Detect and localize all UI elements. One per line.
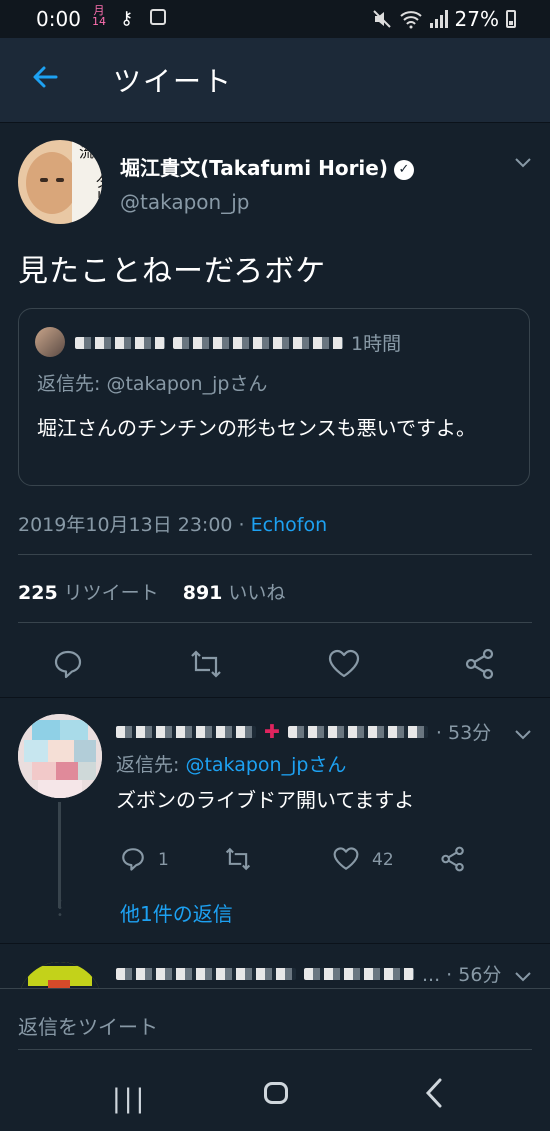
thread-dots: • • •: [57, 896, 63, 921]
quoted-handle-redacted: [173, 336, 343, 349]
key-icon: ⚷: [120, 8, 134, 29]
user-handle[interactable]: @takapon_jp: [120, 190, 249, 214]
share-icon[interactable]: [464, 648, 496, 680]
mute-icon: [372, 10, 391, 28]
chevron-down-icon[interactable]: [514, 968, 532, 987]
page-title: ツイート: [113, 65, 234, 98]
battery-icon: [506, 10, 516, 28]
avatar-pixelated-icon: [18, 962, 102, 988]
reply-icon[interactable]: [120, 846, 146, 872]
source-link[interactable]: Echofon: [251, 514, 327, 536]
calendar-day: 14: [92, 15, 106, 28]
reply-time: ... · 56分: [422, 964, 502, 986]
app-notification-icon: [150, 9, 166, 25]
compose-placeholder[interactable]: 返信をツイート: [18, 1011, 158, 1040]
avatar[interactable]: [18, 714, 102, 798]
chevron-down-icon[interactable]: [514, 726, 532, 745]
reply-to-handle[interactable]: @takapon_jpさん: [185, 754, 346, 776]
reply-actions: 1 42: [116, 844, 516, 878]
tweet-stats: 225 リツイート 891 いいね: [18, 578, 285, 605]
red-cross-icon: ✚: [264, 720, 280, 743]
quoted-avatar: [35, 327, 65, 357]
verified-badge-icon: ✓: [394, 160, 414, 180]
quoted-time: 1時間: [351, 333, 402, 355]
battery-percent: 27%: [454, 7, 499, 31]
timestamp: 2019年10月13日 23:00: [18, 514, 233, 536]
reply-tweet[interactable]: ... · 56分: [0, 944, 550, 988]
reply-name-redacted: [116, 725, 256, 738]
reply-count: 1: [158, 850, 169, 870]
status-right: 27%: [372, 7, 516, 31]
reply-header: ... · 56分: [116, 960, 501, 987]
display-name[interactable]: 堀江貴文(Takafumi Horie) ✓: [120, 152, 414, 181]
compose-underline: [18, 1049, 532, 1050]
avatar[interactable]: [18, 962, 102, 988]
status-bar: 0:00 月 14 ⚷ 27%: [0, 0, 550, 38]
chevron-down-icon[interactable]: [514, 154, 532, 173]
system-back-icon[interactable]: [422, 1076, 446, 1118]
quoted-text: 堀江さんのチンチンの形もセンスも悪いですよ。: [37, 416, 476, 440]
home-icon[interactable]: [264, 1082, 288, 1104]
reply-tweet[interactable]: • • • ✚ · 53分 返信先: @takapon_jpさん ズボンのライブドア…: [0, 698, 550, 944]
status-time: 0:00: [36, 7, 81, 31]
avatar[interactable]: ハッタリの流: [18, 140, 102, 224]
reply-text: ズボンのライブドア開いてますよ: [116, 788, 415, 812]
reply-handle-redacted: [287, 725, 428, 738]
tweet-text: 見たことねーだろボケ: [18, 254, 327, 289]
reply-header: ✚ · 53分: [116, 718, 491, 745]
like-heart-icon[interactable]: [327, 648, 361, 680]
quoted-reply-to: 返信先: @takapon_jpさん: [37, 373, 268, 395]
reply-time: · 53分: [435, 722, 492, 744]
like-heart-icon[interactable]: [332, 846, 360, 872]
quoted-header: 1時間: [75, 329, 401, 356]
avatar-pixelated-icon: [18, 714, 102, 798]
recent-apps-icon[interactable]: |||: [112, 1084, 147, 1114]
app-bar: ツイート: [0, 38, 550, 123]
like-count: 42: [372, 850, 394, 870]
calendar-icon: 月 14: [92, 5, 106, 27]
meta-separator: ·: [232, 514, 251, 536]
tweet-actions: [0, 642, 550, 686]
retweet-icon[interactable]: [189, 648, 223, 680]
divider: [18, 554, 532, 555]
tweet-meta: 2019年10月13日 23:00 · Echofon: [18, 510, 327, 537]
like-stat[interactable]: 891 いいね: [183, 582, 286, 604]
avatar-book-text: ハッタリの流: [77, 144, 102, 219]
reply-to: 返信先: @takapon_jpさん: [116, 754, 347, 776]
back-arrow-icon[interactable]: [28, 60, 62, 94]
reply-compose-bar[interactable]: 返信をツイート: [0, 988, 550, 1059]
retweet-icon[interactable]: [224, 846, 252, 872]
retweet-stat[interactable]: 225 リツイート: [18, 582, 159, 604]
signal-icon: [429, 10, 448, 28]
thread-line: [58, 802, 61, 908]
reply-icon[interactable]: [52, 648, 84, 680]
share-icon[interactable]: [440, 846, 466, 872]
quoted-name-redacted: [75, 336, 165, 349]
reply-handle-redacted: [304, 967, 414, 980]
quoted-tweet[interactable]: 1時間 返信先: @takapon_jpさん 堀江さんのチンチンの形もセンスも悪…: [18, 308, 530, 486]
divider: [18, 622, 532, 623]
wifi-icon: [399, 11, 422, 29]
system-nav-bar: |||: [0, 1058, 550, 1131]
reply-name-redacted: [116, 967, 296, 980]
more-replies-link[interactable]: 他1件の返信: [120, 898, 233, 927]
